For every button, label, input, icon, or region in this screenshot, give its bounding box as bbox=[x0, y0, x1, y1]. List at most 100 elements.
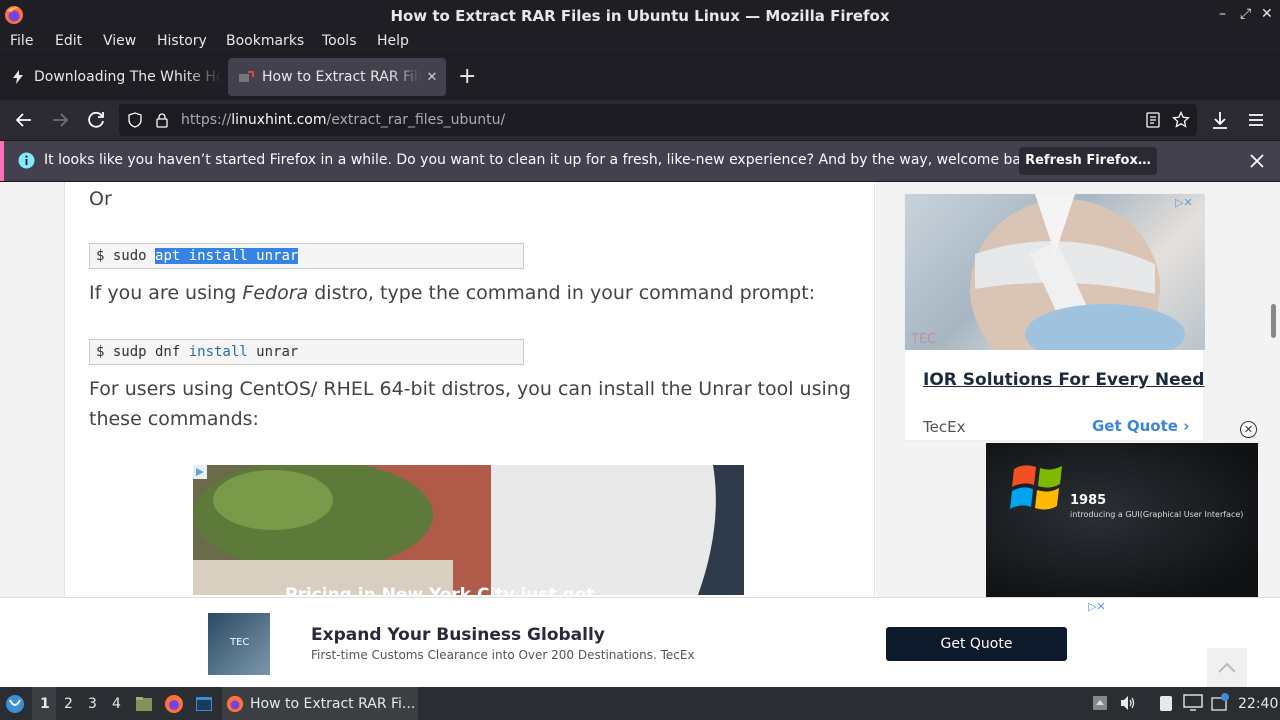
page-scrollbar[interactable] bbox=[1271, 304, 1276, 338]
forward-icon[interactable] bbox=[48, 108, 72, 132]
bottom-sticky-ad[interactable]: TEC Expand Your Business Globally First-… bbox=[0, 597, 1280, 688]
inline-ad-photo bbox=[193, 465, 744, 595]
para-text: distro, type the command in your command… bbox=[308, 282, 816, 304]
window-titlebar: How to Extract RAR Files in Ubuntu Linux… bbox=[0, 0, 1280, 30]
inline-ad-image[interactable]: Pricing in New York City just got... bbox=[193, 465, 744, 595]
code-block-apt[interactable]: $ sudo apt install unrar bbox=[89, 243, 524, 269]
sidebar-ad-brand: TecEx bbox=[923, 418, 966, 436]
file-manager-icon[interactable] bbox=[134, 694, 154, 714]
menu-edit[interactable]: Edit bbox=[55, 33, 82, 49]
selected-code-text[interactable]: apt install unrar bbox=[155, 248, 299, 264]
lightning-icon bbox=[13, 70, 23, 84]
video-ad[interactable]: 1985 introducing a GUI(Graphical User In… bbox=[986, 443, 1258, 598]
scroll-to-top-button[interactable] bbox=[1207, 648, 1247, 688]
tray-eject-icon[interactable] bbox=[1092, 695, 1108, 711]
workspace-2[interactable]: 2 bbox=[64, 696, 73, 712]
info-icon bbox=[18, 152, 35, 169]
close-notification-icon[interactable] bbox=[1249, 153, 1265, 169]
url-bar[interactable]: https://linuxhint.com/extract_rar_files_… bbox=[119, 104, 1197, 136]
chevron-right-icon: › bbox=[1183, 417, 1190, 435]
sidebar-ad-logo: TEC bbox=[911, 332, 937, 347]
bottom-ad-get-quote-button[interactable]: Get Quote bbox=[886, 627, 1067, 661]
lab-photo bbox=[970, 194, 1185, 350]
menu-tools[interactable]: Tools bbox=[322, 33, 357, 49]
centos-paragraph-line2: these commands: bbox=[89, 408, 259, 430]
terminal-icon[interactable] bbox=[194, 694, 214, 714]
code-arg: unrar bbox=[247, 344, 299, 360]
restore-icon[interactable]: ⤢ bbox=[1240, 6, 1251, 22]
menu-view[interactable]: View bbox=[103, 33, 136, 49]
menu-bar: File Edit View History Bookmarks Tools H… bbox=[0, 30, 1280, 54]
bottom-ad-subtext: First-time Customs Clearance into Over 2… bbox=[311, 648, 695, 662]
workspace-1[interactable]: 1 bbox=[40, 696, 50, 712]
workspace-4[interactable]: 4 bbox=[112, 696, 121, 712]
taskbar-window-firefox[interactable]: How to Extract RAR Fi... bbox=[222, 687, 418, 720]
navigation-toolbar: https://linuxhint.com/extract_rar_files_… bbox=[0, 100, 1280, 140]
hamburger-menu-icon[interactable] bbox=[1244, 108, 1268, 132]
downloads-icon[interactable] bbox=[1208, 108, 1232, 132]
tab-extract-rar[interactable]: How to Extract RAR Files in Ubuntu ✕ bbox=[228, 58, 446, 96]
url-scheme: https:// bbox=[181, 112, 232, 128]
new-tab-button[interactable]: + bbox=[458, 64, 476, 89]
code-prompt: $ sudp dnf bbox=[96, 344, 189, 360]
menu-file[interactable]: File bbox=[10, 33, 33, 49]
or-text: Or bbox=[89, 188, 112, 210]
url-path: /extract_rar_files_ubuntu/ bbox=[326, 112, 506, 128]
minimize-icon[interactable]: – bbox=[1219, 6, 1226, 22]
close-window-icon[interactable]: ✕ bbox=[1261, 6, 1273, 22]
menu-history[interactable]: History bbox=[157, 33, 207, 49]
tab-label: Downloading The White House bbox=[34, 69, 222, 85]
video-ad-year: 1985 bbox=[1070, 493, 1107, 508]
inline-ad-caption: Pricing in New York City just got... bbox=[285, 585, 614, 595]
updates-icon[interactable] bbox=[1210, 692, 1230, 712]
para-text: If you are using bbox=[89, 282, 243, 304]
bottom-ad-logo: TEC bbox=[230, 637, 250, 648]
fedora-emphasis: Fedora bbox=[242, 282, 309, 304]
clock: 22:40 bbox=[1238, 696, 1279, 712]
menu-bookmarks[interactable]: Bookmarks bbox=[226, 33, 304, 49]
close-video-ad-icon[interactable]: ✕ bbox=[1240, 421, 1257, 438]
code-prompt: $ sudo bbox=[96, 248, 156, 264]
workspace-3[interactable]: 3 bbox=[88, 696, 97, 712]
notification-bar: It looks like you haven’t started Firefo… bbox=[0, 141, 1280, 181]
chevron-up-icon bbox=[1218, 662, 1236, 673]
refresh-firefox-button[interactable]: Refresh Firefox… bbox=[1019, 147, 1157, 175]
windows-logo-icon bbox=[1010, 465, 1062, 510]
site-favicon-icon bbox=[239, 71, 254, 82]
close-tab-icon[interactable]: ✕ bbox=[422, 70, 442, 85]
menu-help[interactable]: Help bbox=[377, 33, 409, 49]
shield-icon[interactable] bbox=[127, 112, 143, 128]
bookmark-star-icon[interactable] bbox=[1172, 111, 1190, 129]
bottom-ad-thumbnail: TEC bbox=[208, 613, 270, 675]
sidebar-ad-title[interactable]: IOR Solutions For Every Need bbox=[923, 370, 1204, 390]
bottom-ad-headline[interactable]: Expand Your Business Globally bbox=[311, 625, 605, 645]
video-ad-caption: introducing a GUI(Graphical User Interfa… bbox=[1070, 510, 1244, 519]
cta-label: Get Quote bbox=[1092, 417, 1178, 435]
url-host: linuxhint.com bbox=[231, 112, 327, 128]
sidebar-ad-cta[interactable]: Get Quote › bbox=[1092, 417, 1189, 435]
window-title: How to Extract RAR Files in Ubuntu Linux… bbox=[390, 7, 890, 25]
code-block-dnf[interactable]: $ sudp dnf install unrar bbox=[89, 339, 524, 365]
volume-icon[interactable] bbox=[1119, 694, 1137, 712]
taskbar-window-label: How to Extract RAR Fi... bbox=[250, 695, 416, 712]
reader-view-icon[interactable] bbox=[1145, 112, 1161, 128]
centos-paragraph-line1: For users using CentOS/ RHEL 64-bit dist… bbox=[89, 378, 851, 400]
notification-message: It looks like you haven’t started Firefo… bbox=[44, 152, 1043, 168]
bottom-ad-frame: TEC Expand Your Business Globally First-… bbox=[149, 598, 1119, 688]
url-text[interactable]: https://linuxhint.com/extract_rar_files_… bbox=[181, 112, 505, 128]
back-icon[interactable] bbox=[12, 108, 36, 132]
tab-bar: Downloading The White House How to Extra… bbox=[0, 56, 1280, 100]
adchoices-icon[interactable]: ▷✕ bbox=[1088, 600, 1106, 613]
reload-icon[interactable] bbox=[84, 108, 108, 132]
code-keyword: install bbox=[188, 344, 248, 360]
sidebar-ad[interactable]: TEC ▷✕ IOR Solutions For Every Need TecE… bbox=[904, 193, 1205, 441]
start-menu-icon[interactable] bbox=[5, 694, 25, 714]
firefox-launcher-icon[interactable] bbox=[164, 694, 184, 714]
fedora-paragraph: If you are using Fedora distro, type the… bbox=[89, 278, 815, 308]
lock-icon[interactable] bbox=[154, 112, 170, 128]
adchoices-icon[interactable]: ▷✕ bbox=[1175, 196, 1201, 210]
tab-downloading[interactable]: Downloading The White House bbox=[0, 58, 222, 96]
system-taskbar: 1 2 3 4 How to Extract RAR Fi... 22:40 bbox=[0, 687, 1280, 720]
display-icon[interactable] bbox=[1183, 694, 1203, 712]
clipboard-icon[interactable] bbox=[1156, 693, 1176, 713]
